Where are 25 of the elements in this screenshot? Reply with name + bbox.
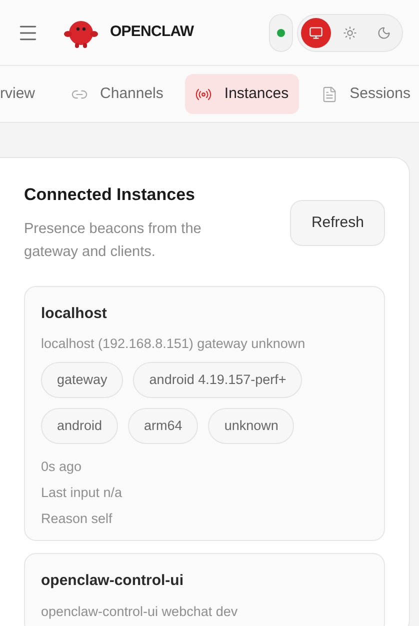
tag-chip: android 4.19.157-perf+ (133, 362, 302, 398)
instance-detail: localhost (192.168.8.151) gateway unknown (41, 335, 306, 353)
tag-chip: gateway (41, 362, 124, 398)
tag-chip: unknown (208, 408, 294, 444)
nav-tab[interactable]: rview (0, 74, 50, 114)
instance-meta: 0s ago (41, 458, 83, 476)
moon-icon (377, 26, 391, 40)
tag-chip: arm64 (128, 408, 198, 444)
system-theme-button[interactable] (301, 18, 331, 48)
refresh-button[interactable]: Refresh (290, 200, 385, 246)
nav-tab[interactable]: Sessions (310, 74, 419, 114)
monitor-icon (309, 26, 323, 40)
nav-tab[interactable]: Instances (185, 74, 299, 114)
instance-detail: openclaw-control-ui webchat dev (41, 602, 239, 621)
tag-chip: android (41, 408, 118, 444)
sun-icon (343, 26, 357, 40)
card-title: Connected Instances (24, 184, 196, 206)
nav-tab[interactable]: Channels (61, 74, 174, 114)
brand-name: OPENCLAW (110, 22, 194, 42)
instance-name: openclaw-control-ui (41, 571, 184, 592)
document-icon (320, 86, 338, 102)
card-subtitle: Presence beacons from the gateway and clients. (24, 220, 202, 262)
instance-meta: Last input n/a (41, 484, 124, 502)
instance-meta: Reason self (41, 510, 114, 528)
instance-name: localhost (41, 304, 108, 324)
